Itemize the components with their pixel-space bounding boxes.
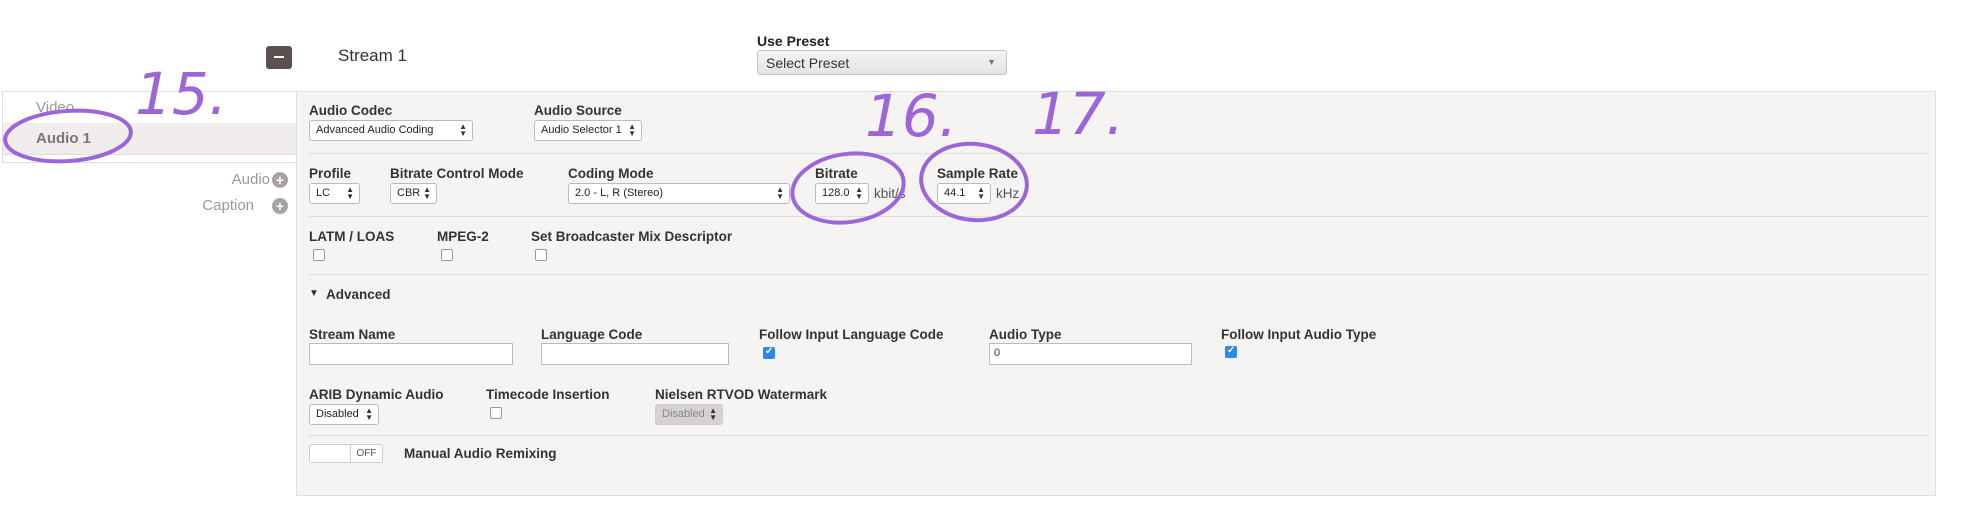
annotation-16: 16.: [865, 82, 958, 150]
annotation-circle-bitrate: [790, 151, 906, 225]
annotation-circle-audio1: [3, 108, 133, 164]
annotation-marks: [3, 108, 1029, 225]
annotation-15: 15.: [135, 60, 228, 128]
annotation-circle-sample-rate: [919, 141, 1029, 223]
annotation-17: 17.: [1032, 80, 1125, 148]
